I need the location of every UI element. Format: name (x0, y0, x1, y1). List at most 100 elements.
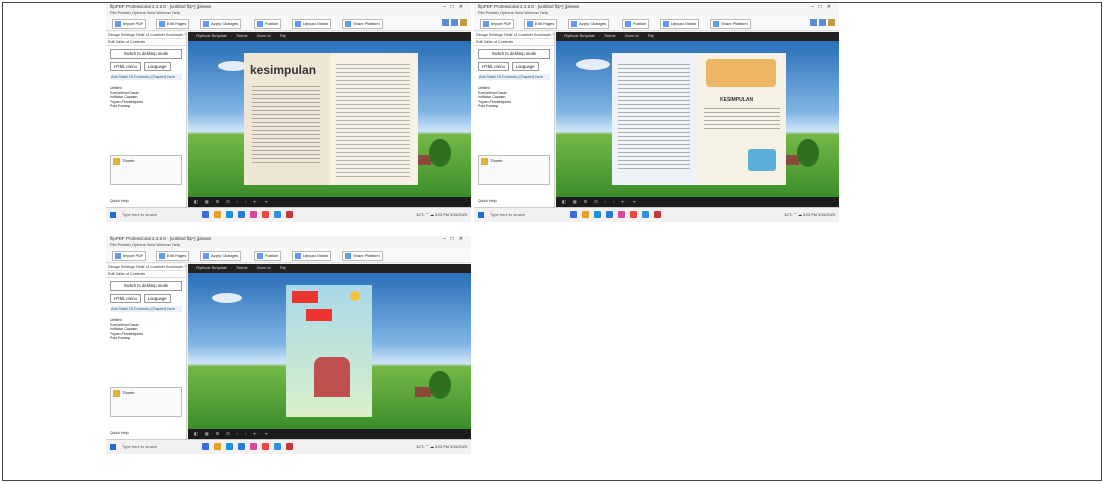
import-pdf-button[interactable]: Import PDF (112, 19, 147, 29)
theme-button[interactable]: Theme (236, 266, 248, 270)
html-menu-button[interactable]: HTML menu (110, 294, 141, 303)
windows-icon[interactable] (478, 212, 484, 218)
help-icon[interactable] (810, 19, 817, 26)
app-icon[interactable] (570, 211, 577, 218)
share-platform-button[interactable]: Share Platform (710, 19, 751, 29)
system-tray[interactable]: 32°C ⌃ ☁ 3:22 PM 3/15/2023 (416, 443, 467, 451)
app-icon[interactable] (606, 211, 613, 218)
flip-button[interactable]: Flip (280, 266, 286, 270)
right-page[interactable] (330, 53, 418, 185)
upload-online-button[interactable]: Upload Online (292, 251, 332, 261)
folder-icon[interactable] (214, 211, 221, 218)
app-icon[interactable] (654, 211, 661, 218)
apply-changes-button[interactable]: Apply Changes (200, 251, 242, 261)
system-tray[interactable]: 32°C ⌃ ☁ 3:22 PM 3/15/2023 (416, 211, 467, 219)
template-button[interactable]: Flipbook Template (564, 34, 595, 38)
chrome-icon[interactable] (262, 211, 269, 218)
switch-mode-button[interactable]: Switch to desktop mode (478, 49, 550, 59)
theme-button[interactable]: Theme (604, 34, 616, 38)
viewer-controls[interactable]: ◧ ▦ ⊞ ⊡ ‹ › ⇤ ⇥ (188, 429, 471, 439)
video-play-icon[interactable] (306, 309, 332, 321)
template-button[interactable]: Flipbook Template (196, 34, 227, 38)
edit-pages-button[interactable]: Edit Pages (156, 19, 190, 29)
app-icon[interactable] (286, 211, 293, 218)
quick-help-link[interactable]: Quick Help (110, 431, 129, 435)
chrome-icon[interactable] (630, 211, 637, 218)
quick-help-link[interactable]: Quick Help (110, 199, 129, 203)
taskbar-search[interactable]: Type here to search (490, 211, 548, 219)
store-icon[interactable] (226, 211, 233, 218)
zoom-button[interactable]: Zoom In (257, 34, 271, 38)
single-page[interactable] (286, 285, 372, 417)
quick-help-link[interactable]: Quick Help (478, 199, 497, 203)
chrome-icon[interactable] (262, 443, 269, 450)
app-icon[interactable] (286, 443, 293, 450)
app-icon[interactable] (238, 211, 245, 218)
language-button[interactable]: Language (143, 294, 171, 303)
tree-item[interactable]: Peta Konsep (110, 104, 182, 109)
app-icon[interactable] (274, 443, 281, 450)
app-icon[interactable] (202, 443, 209, 450)
publish-button[interactable]: Publish (254, 19, 282, 29)
flip-button[interactable]: Flip (280, 34, 286, 38)
folder-icon[interactable] (582, 211, 589, 218)
store-icon[interactable] (594, 211, 601, 218)
language-button[interactable]: Language (511, 62, 539, 71)
folder-icon[interactable] (214, 443, 221, 450)
publish-button[interactable]: Publish (622, 19, 650, 29)
app-icon[interactable] (238, 443, 245, 450)
publish-button[interactable]: Publish (254, 251, 282, 261)
upload-online-button[interactable]: Upload Online (292, 19, 332, 29)
add-toc-link[interactable]: Add Table Of Contents (Chapter) here (478, 74, 550, 80)
left-tabs[interactable]: Design Settings Table of Contents Bookma… (474, 32, 554, 39)
system-tray[interactable]: 32°C ⌃ ☁ 3:22 PM 3/15/2023 (784, 211, 835, 219)
app-icon[interactable] (618, 211, 625, 218)
html-menu-button[interactable]: HTML menu (478, 62, 509, 71)
left-page[interactable] (612, 53, 698, 185)
right-page[interactable]: KESIMPULAN (698, 53, 786, 185)
taskbar-search[interactable]: Type here to search (122, 443, 180, 451)
windows-icon[interactable] (110, 212, 116, 218)
zoom-button[interactable]: Zoom In (625, 34, 639, 38)
apply-changes-button[interactable]: Apply Changes (200, 19, 242, 29)
app-icon[interactable] (202, 211, 209, 218)
add-toc-link[interactable]: Add Table Of Contents (Chapter) here (110, 306, 182, 312)
tree-item[interactable]: Peta Konsep (478, 104, 550, 109)
settings-icon[interactable] (451, 19, 458, 26)
flip-button[interactable]: Flip (648, 34, 654, 38)
menu-bar[interactable]: File Publish Options View Window Help (106, 10, 471, 15)
edit-pages-button[interactable]: Edit Pages (524, 19, 558, 29)
left-tabs[interactable]: Design Settings Table of Contents Bookma… (106, 32, 186, 39)
template-button[interactable]: Flipbook Template (196, 266, 227, 270)
language-button[interactable]: Language (143, 62, 171, 71)
settings-icon[interactable] (819, 19, 826, 26)
import-pdf-button[interactable]: Import PDF (112, 251, 147, 261)
menu-bar[interactable]: File Publish Options View Window Help (474, 10, 839, 15)
app-icon[interactable] (642, 211, 649, 218)
store-icon[interactable] (460, 19, 467, 26)
store-icon[interactable] (828, 19, 835, 26)
share-platform-button[interactable]: Share Platform (342, 19, 383, 29)
viewer-controls[interactable]: ◧ ▦ ⊞ ⊡ ‹ › ⇤ ⇥ (556, 197, 839, 207)
help-icon[interactable] (442, 19, 449, 26)
app-icon[interactable] (250, 211, 257, 218)
switch-mode-button[interactable]: Switch to desktop mode (110, 49, 182, 59)
left-page[interactable]: kesimpulan (244, 53, 330, 185)
app-icon[interactable] (250, 443, 257, 450)
share-platform-button[interactable]: Share Platform (342, 251, 383, 261)
video-play-icon[interactable] (292, 291, 318, 303)
upload-online-button[interactable]: Upload Online (660, 19, 700, 29)
left-tabs[interactable]: Design Settings Table of Contents Bookma… (106, 264, 186, 271)
windows-icon[interactable] (110, 444, 116, 450)
add-toc-link[interactable]: Add Table Of Contents (Chapter) here (110, 74, 182, 80)
store-icon[interactable] (226, 443, 233, 450)
switch-mode-button[interactable]: Switch to desktop mode (110, 281, 182, 291)
viewer-controls[interactable]: ◧ ▦ ⊞ ⊡ ‹ › ⇤ ⇥ (188, 197, 471, 207)
tree-item[interactable]: Peta Konsep (110, 336, 182, 341)
menu-bar[interactable]: File Publish Options View Window Help (106, 242, 471, 247)
apply-changes-button[interactable]: Apply Changes (568, 19, 610, 29)
taskbar-search[interactable]: Type here to search (122, 211, 180, 219)
app-icon[interactable] (274, 211, 281, 218)
zoom-button[interactable]: Zoom In (257, 266, 271, 270)
edit-pages-button[interactable]: Edit Pages (156, 251, 190, 261)
